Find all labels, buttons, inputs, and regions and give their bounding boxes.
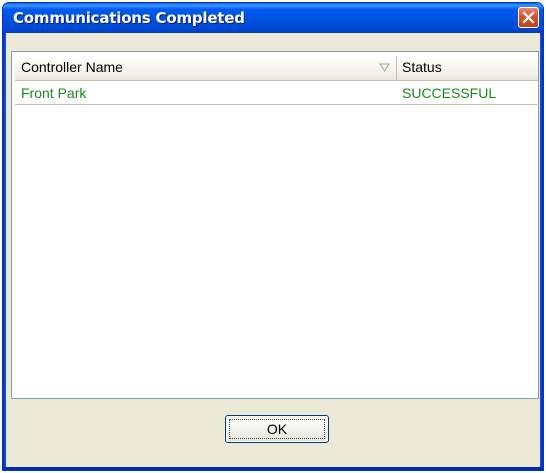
ok-button-label: OK: [229, 419, 325, 439]
window-frame-bottom: [3, 467, 543, 470]
table-header: Controller Name Status: [15, 56, 538, 81]
column-header-label: Status: [402, 59, 442, 75]
close-icon: [522, 11, 535, 24]
column-header-controller-name[interactable]: Controller Name: [15, 56, 397, 80]
window-title: Communications Completed: [13, 9, 245, 27]
title-bar[interactable]: Communications Completed: [3, 3, 543, 33]
window-frame-right: [540, 33, 543, 470]
ok-button[interactable]: OK: [225, 415, 329, 443]
controller-name-cell: Front Park: [21, 85, 87, 101]
sort-descending-icon: [379, 63, 390, 72]
window-frame-left: [3, 33, 6, 470]
communications-dialog: Communications Completed Controller Name…: [2, 2, 544, 471]
column-header-label: Controller Name: [21, 59, 123, 75]
table-row[interactable]: Front Park SUCCESSFUL: [15, 81, 537, 105]
results-table: Controller Name Status Front Park SUCCES…: [11, 51, 539, 399]
close-button[interactable]: [518, 7, 539, 28]
status-cell: SUCCESSFUL: [402, 85, 497, 101]
column-header-status[interactable]: Status: [398, 56, 540, 80]
